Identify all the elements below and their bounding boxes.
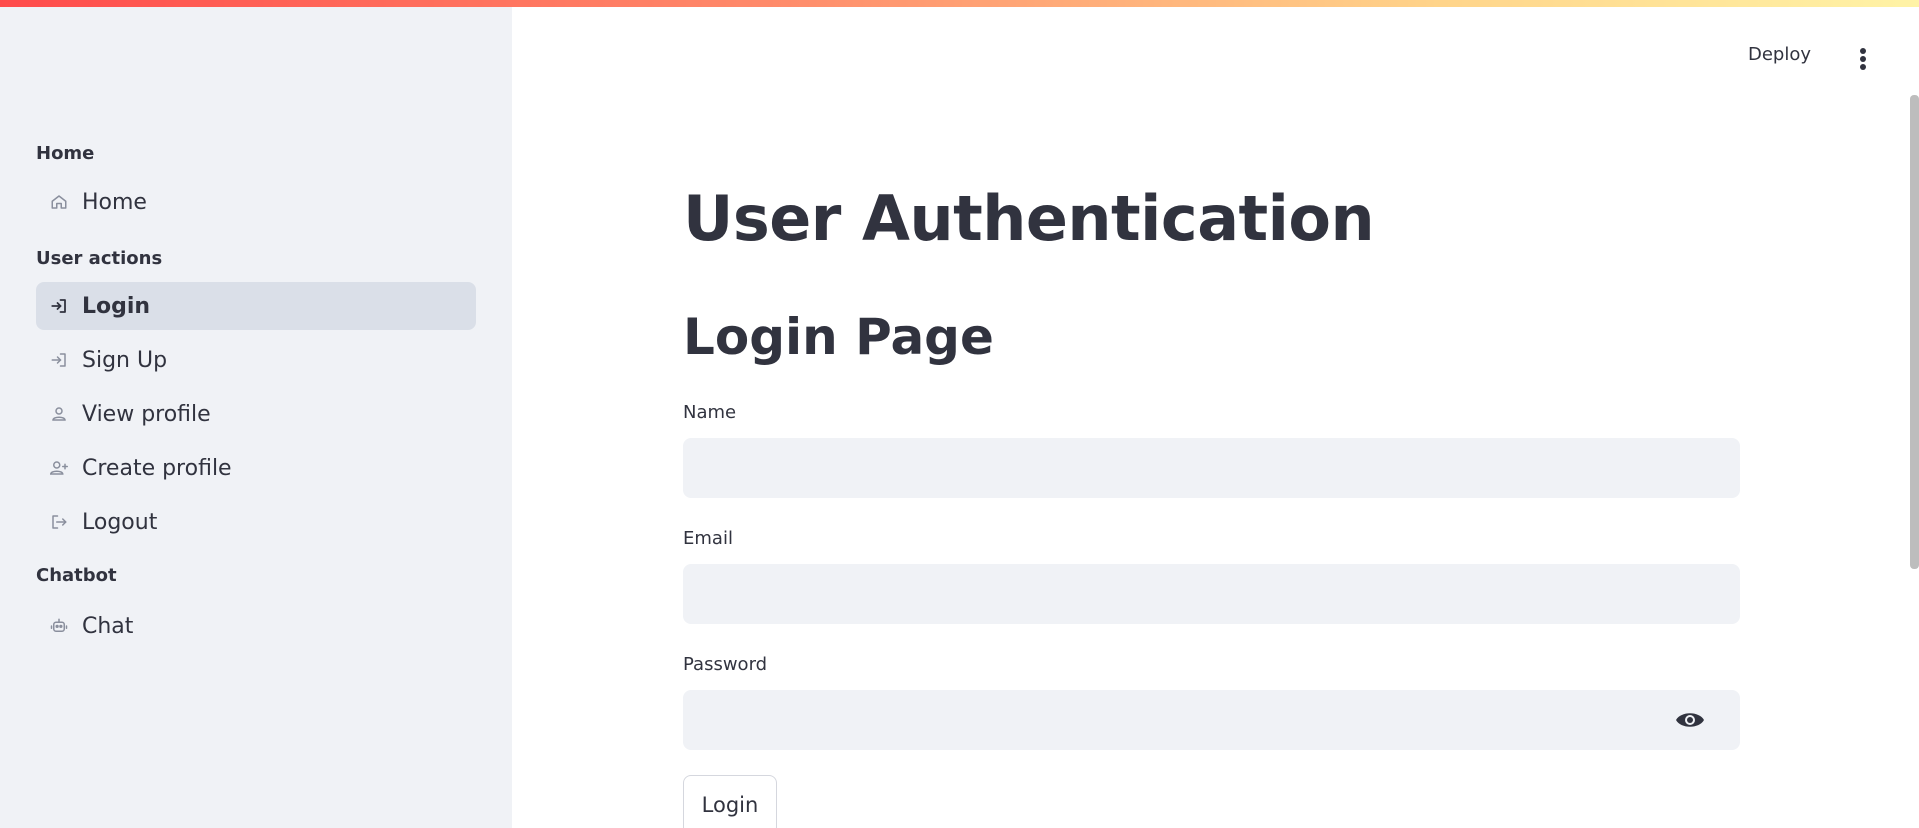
email-field[interactable] (683, 564, 1740, 624)
sidebar-item-label: Login (82, 293, 151, 319)
home-icon (48, 191, 70, 213)
deploy-button[interactable]: Deploy (1748, 44, 1811, 65)
person-add-icon (48, 457, 70, 479)
login-submit-button[interactable]: Login (683, 775, 777, 828)
sidebar-item-label: Chat (82, 613, 134, 639)
sidebar-item-create-profile[interactable]: Create profile (36, 444, 476, 492)
sidebar-item-login[interactable]: Login (36, 282, 476, 330)
person-icon (48, 403, 70, 425)
top-decoration-bar (0, 0, 1919, 7)
page-subtitle: Login Page (683, 308, 994, 366)
sidebar-item-sign-up[interactable]: Sign Up (36, 336, 476, 384)
scrollbar-thumb[interactable] (1910, 95, 1919, 569)
sidebar-item-label: Sign Up (82, 347, 168, 373)
sidebar-section-home: Home (36, 143, 95, 164)
sidebar-item-home[interactable]: Home (36, 178, 476, 226)
sidebar-item-label: View profile (82, 401, 211, 427)
page-title: User Authentication (683, 182, 1375, 255)
robot-icon (48, 615, 70, 637)
email-field-label: Email (683, 528, 733, 549)
sidebar-item-logout[interactable]: Logout (36, 498, 476, 546)
login-icon (48, 349, 70, 371)
kebab-vertical-icon[interactable] (1853, 46, 1873, 72)
sidebar-item-label: Create profile (82, 455, 232, 481)
sidebar-item-label: Logout (82, 509, 158, 535)
sidebar-item-view-profile[interactable]: View profile (36, 390, 476, 438)
eye-icon[interactable] (1673, 706, 1707, 734)
password-field[interactable] (683, 690, 1740, 750)
name-field-label: Name (683, 402, 737, 423)
sidebar: Home Home User actions Login Sign Up Vie… (0, 0, 512, 828)
sidebar-item-chat[interactable]: Chat (36, 602, 476, 650)
password-field-label: Password (683, 654, 768, 675)
sidebar-section-user-actions: User actions (36, 248, 163, 269)
name-field[interactable] (683, 438, 1740, 498)
logout-icon (48, 511, 70, 533)
sidebar-item-label: Home (82, 189, 147, 215)
login-icon (48, 295, 70, 317)
sidebar-section-chatbot: Chatbot (36, 565, 117, 586)
